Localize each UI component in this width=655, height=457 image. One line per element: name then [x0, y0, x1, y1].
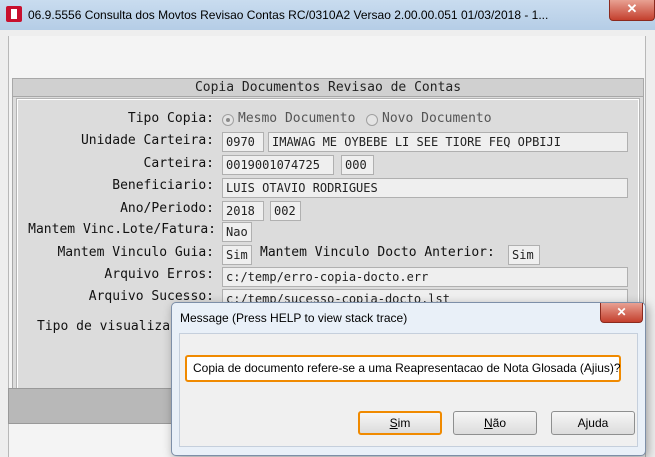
mantem-vinculo-guia-field[interactable]: Sim [222, 245, 252, 265]
carteira-label: Carteira: [143, 156, 214, 171]
title-bar: 06.9.5556 Consulta dos Movtos Revisao Co… [0, 0, 655, 30]
sim-button[interactable]: Sim [358, 411, 442, 435]
radio-mesmo-documento-label: Mesmo Documento [238, 111, 356, 126]
dialog-close-button[interactable]: ✕ [600, 303, 643, 323]
tipo-visualizacao-label: Tipo de visualiza [37, 319, 171, 334]
window-title: 06.9.5556 Consulta dos Movtos Revisao Co… [28, 8, 549, 22]
window-close-button[interactable]: ✕ [609, 0, 655, 21]
ano-periodo-label: Ano/Periodo: [120, 201, 214, 216]
bottom-bar [8, 388, 176, 424]
ano-field[interactable]: 2018 [222, 201, 264, 221]
dialog-content: Copia de documento refere-se a uma Reapr… [179, 333, 638, 447]
mantem-vinculo-docto-field[interactable]: Sim [508, 245, 540, 265]
mantem-vinculo-docto-label: Mantem Vinculo Docto Anterior: [260, 245, 495, 260]
mantem-vinculo-guia-label: Mantem Vinculo Guia: [57, 245, 214, 260]
unidade-carteira-name-field[interactable]: IMAWAG ME OYBEBE LI SEE TIORE FEQ OPBIJI [268, 132, 628, 152]
ajuda-button[interactable]: Ajuda [551, 411, 635, 435]
mantem-vinc-lote-label: Mantem Vinc.Lote/Fatura: [28, 222, 216, 237]
radio-novo-documento-label: Novo Documento [382, 111, 492, 126]
panel-title: Copia Documentos Revisao de Contas [13, 79, 643, 97]
sim-button-mnemonic: S [389, 416, 398, 430]
carteira-suffix-field[interactable]: 000 [341, 155, 374, 175]
app-icon [6, 6, 22, 22]
message-dialog: Message (Press HELP to view stack trace)… [171, 302, 646, 456]
arquivo-erros-field[interactable]: c:/temp/erro-copia-docto.err [222, 267, 628, 287]
mantem-vinc-lote-field[interactable]: Nao [222, 222, 252, 242]
nao-button-mnemonic: N [483, 416, 493, 430]
periodo-field[interactable]: 002 [270, 201, 301, 221]
close-icon: ✕ [616, 305, 627, 319]
ajuda-button-label: Ajuda [577, 416, 609, 430]
radio-novo-documento[interactable] [366, 114, 378, 126]
carteira-number-field[interactable]: 0019001074725 [222, 155, 334, 175]
beneficiario-label: Beneficiario: [112, 178, 214, 193]
radio-mesmo-documento[interactable] [222, 114, 234, 126]
nao-button[interactable]: Não [453, 411, 537, 435]
unidade-carteira-label: Unidade Carteira: [80, 133, 214, 148]
close-icon: ✕ [626, 1, 638, 16]
beneficiario-field[interactable]: LUIS OTAVIO RODRIGUES [222, 178, 628, 198]
tipo-copia-label: Tipo Copia: [127, 111, 214, 126]
nao-button-label: ão [492, 416, 507, 430]
sim-button-label: im [397, 416, 411, 430]
dialog-message: Copia de documento refere-se a uma Reapr… [185, 355, 621, 382]
dialog-title: Message (Press HELP to view stack trace) [180, 311, 408, 325]
arquivo-erros-label: Arquivo Erros: [104, 267, 214, 282]
unidade-carteira-code-field[interactable]: 0970 [222, 132, 264, 152]
